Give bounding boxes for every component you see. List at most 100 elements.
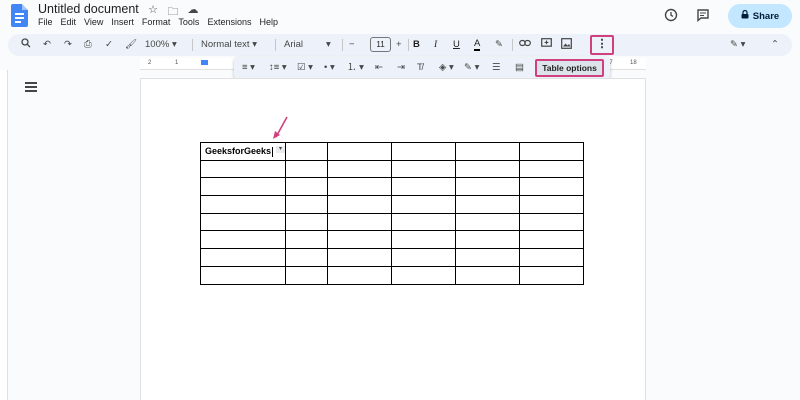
zoom-select[interactable]: 100% ▾ bbox=[145, 38, 177, 52]
table-cell[interactable] bbox=[285, 212, 328, 232]
highlight-color-icon[interactable]: ✎ bbox=[495, 38, 503, 52]
table-cell[interactable] bbox=[285, 177, 328, 197]
undo-icon[interactable]: ↶ bbox=[43, 38, 51, 52]
indent-marker[interactable] bbox=[201, 60, 208, 65]
print-icon[interactable]: ⎙ bbox=[84, 38, 92, 52]
table-cell[interactable] bbox=[391, 212, 456, 232]
table-cell[interactable] bbox=[200, 212, 286, 232]
table-cell[interactable] bbox=[285, 248, 328, 267]
chevron-down-icon[interactable]: ▾ bbox=[326, 38, 331, 52]
table-cell[interactable] bbox=[519, 265, 584, 285]
table-cell[interactable] bbox=[455, 142, 520, 161]
underline-button[interactable]: U bbox=[453, 38, 460, 52]
clear-formatting-icon[interactable]: T̸ bbox=[417, 61, 423, 75]
table-cell[interactable] bbox=[285, 159, 328, 179]
table-cell[interactable] bbox=[327, 195, 392, 214]
menu-format[interactable]: Format bbox=[142, 17, 171, 27]
table-cell[interactable] bbox=[519, 159, 584, 179]
bulleted-list-icon[interactable]: • ▾ bbox=[324, 61, 335, 75]
text-color-button[interactable]: A bbox=[474, 38, 481, 51]
decrease-indent-icon[interactable]: ⇤ bbox=[375, 61, 383, 75]
document-table[interactable]: GeeksforGeeks bbox=[200, 142, 584, 285]
menu-insert[interactable]: Insert bbox=[111, 17, 134, 27]
table-cell[interactable] bbox=[327, 230, 392, 250]
align-left-icon[interactable]: ≡ ▾ bbox=[242, 61, 255, 75]
menu-extensions[interactable]: Extensions bbox=[207, 17, 251, 27]
table-cell[interactable] bbox=[200, 159, 286, 179]
table-cell[interactable] bbox=[519, 142, 584, 161]
border-width-icon[interactable]: ☰ bbox=[492, 61, 501, 75]
table-cell[interactable] bbox=[391, 159, 456, 179]
table-cell[interactable] bbox=[327, 142, 392, 161]
table-cell[interactable] bbox=[327, 177, 392, 197]
table-cell[interactable] bbox=[455, 212, 520, 232]
comments-icon[interactable] bbox=[696, 8, 710, 25]
table-cell[interactable] bbox=[519, 177, 584, 197]
border-color-icon[interactable]: ✎ ▾ bbox=[464, 61, 479, 75]
table-cell[interactable] bbox=[455, 230, 520, 250]
google-docs-logo-icon[interactable] bbox=[11, 4, 28, 27]
menu-file[interactable]: File bbox=[38, 17, 53, 27]
table-cell[interactable] bbox=[200, 195, 286, 214]
cell-menu-chevron-icon[interactable]: ▾ bbox=[276, 146, 285, 153]
border-dash-icon[interactable]: ▤ bbox=[515, 61, 524, 75]
spellcheck-icon[interactable]: ✓ bbox=[105, 38, 113, 52]
table-cell[interactable] bbox=[455, 159, 520, 179]
redo-icon[interactable]: ↷ bbox=[64, 38, 72, 52]
table-cell[interactable] bbox=[200, 265, 286, 285]
table-cell[interactable] bbox=[285, 142, 328, 161]
numbered-list-icon[interactable]: ⒈ ▾ bbox=[347, 61, 364, 75]
font-select[interactable]: Arial bbox=[284, 38, 303, 52]
table-cell[interactable] bbox=[200, 248, 286, 267]
search-menus-icon[interactable] bbox=[21, 38, 31, 53]
increase-indent-icon[interactable]: ⇥ bbox=[397, 61, 405, 75]
insert-link-icon[interactable] bbox=[519, 38, 531, 52]
table-cell[interactable] bbox=[200, 177, 286, 197]
collapse-menus-icon[interactable]: ⌃ bbox=[771, 38, 779, 52]
paint-format-icon[interactable]: 🖌 bbox=[125, 38, 137, 52]
decrease-font-size-icon[interactable]: − bbox=[349, 38, 355, 52]
table-cell[interactable] bbox=[327, 248, 392, 267]
font-size-input[interactable]: 11 bbox=[370, 37, 391, 52]
table-cell[interactable] bbox=[455, 195, 520, 214]
share-button[interactable]: Share bbox=[728, 4, 792, 28]
cell-background-color-icon[interactable]: ◈ ▾ bbox=[439, 61, 454, 75]
table-cell[interactable] bbox=[391, 142, 456, 161]
menu-edit[interactable]: Edit bbox=[61, 17, 77, 27]
editing-mode-icon[interactable]: ✎ ▾ bbox=[730, 38, 745, 52]
increase-font-size-icon[interactable]: + bbox=[396, 38, 402, 52]
menu-help[interactable]: Help bbox=[259, 17, 278, 27]
table-cell[interactable] bbox=[455, 248, 520, 267]
table-cell[interactable] bbox=[285, 230, 328, 250]
table-cell[interactable] bbox=[519, 248, 584, 267]
menu-view[interactable]: View bbox=[84, 17, 103, 27]
table-cell[interactable] bbox=[455, 177, 520, 197]
table-cell[interactable] bbox=[391, 248, 456, 267]
line-spacing-icon[interactable]: ↕≡ ▾ bbox=[269, 61, 287, 75]
insert-image-icon[interactable] bbox=[561, 38, 572, 54]
document-title[interactable]: Untitled document bbox=[38, 2, 139, 16]
table-cell[interactable] bbox=[391, 195, 456, 214]
bold-button[interactable]: B bbox=[413, 38, 420, 52]
table-options-button[interactable]: Table options bbox=[535, 59, 604, 77]
table-cell[interactable] bbox=[391, 230, 456, 250]
table-cell[interactable] bbox=[327, 212, 392, 232]
table-cell[interactable] bbox=[285, 195, 328, 214]
menu-tools[interactable]: Tools bbox=[178, 17, 199, 27]
paragraph-style-select[interactable]: Normal text ▾ bbox=[201, 38, 257, 52]
table-cell[interactable] bbox=[200, 230, 286, 250]
checklist-icon[interactable]: ☑ ▾ bbox=[297, 61, 313, 75]
table-cell[interactable] bbox=[519, 195, 584, 214]
table-cell[interactable] bbox=[285, 265, 328, 285]
version-history-icon[interactable] bbox=[664, 8, 678, 25]
table-cell[interactable]: GeeksforGeeks bbox=[200, 142, 286, 161]
table-cell[interactable] bbox=[455, 265, 520, 285]
italic-button[interactable]: I bbox=[434, 38, 437, 52]
document-outline-icon[interactable] bbox=[25, 82, 37, 94]
table-cell[interactable] bbox=[327, 159, 392, 179]
more-options-button[interactable]: ⋮ bbox=[590, 35, 614, 55]
add-comment-icon[interactable] bbox=[541, 38, 552, 54]
table-cell[interactable] bbox=[391, 265, 456, 285]
table-cell[interactable] bbox=[391, 177, 456, 197]
table-cell[interactable] bbox=[519, 212, 584, 232]
